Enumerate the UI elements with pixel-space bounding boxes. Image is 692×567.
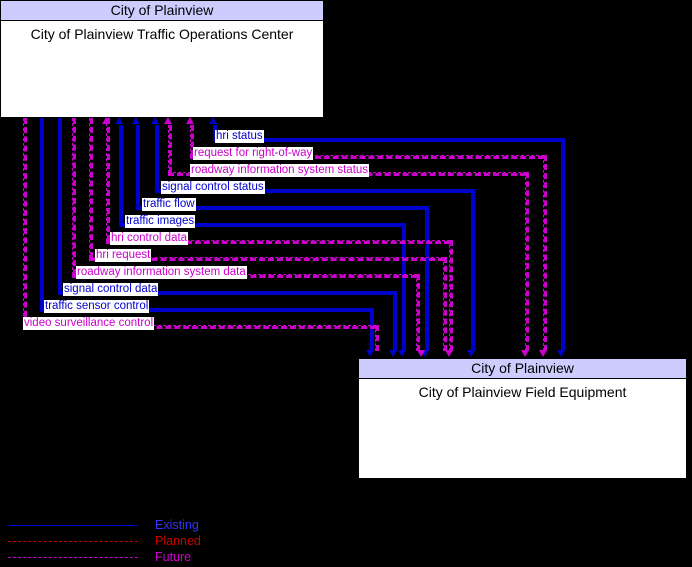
flow-line-video-surveillance-control-v-left — [23, 118, 27, 326]
flow-line-signal-control-status-v-left — [155, 125, 159, 190]
flow-arrow-roadway-info-status-end — [521, 350, 529, 357]
flow-line-traffic-flow-v-right — [425, 206, 429, 351]
flow-line-signal-control-data-v-left — [58, 118, 62, 292]
flow-line-hri-request-v-left — [89, 118, 93, 258]
flow-arrow-signal-control-data — [389, 350, 397, 357]
legend-label-future: Future — [155, 550, 192, 564]
flow-arrow-signal-control-status — [151, 117, 159, 124]
flow-arrow-traffic-images — [115, 117, 123, 124]
flow-label-hri-control-data[interactable]: hri control data — [110, 232, 189, 245]
flow-line-traffic-images-v-left — [119, 125, 123, 224]
flow-arrow-hri-control-data-src — [102, 117, 110, 124]
flow-label-signal-control-status[interactable]: signal control status — [161, 181, 265, 194]
flow-line-roadway-info-status-v-left — [168, 125, 172, 173]
flow-arrow-hri-status — [209, 117, 217, 124]
flow-line-traffic-sensor-control-v-right — [370, 308, 374, 351]
flow-line-hri-request-v-right — [443, 257, 447, 351]
flow-arrow-traffic-sensor-control — [366, 350, 374, 357]
flow-label-hri-status[interactable]: hri status — [215, 130, 264, 143]
flow-line-signal-control-data-v-right — [393, 291, 397, 351]
flow-line-traffic-flow-v-left — [136, 125, 140, 207]
entity-box-traffic-operations-center[interactable]: City of Plainview City of Plainview Traf… — [0, 0, 324, 118]
flow-arrow-traffic-flow — [132, 117, 140, 124]
flow-line-hri-control-data-v-right — [449, 240, 453, 351]
flow-label-traffic-flow[interactable]: traffic flow — [142, 198, 196, 211]
entity-name-field-equipment: City of Plainview Field Equipment — [418, 384, 627, 400]
flow-arrow-hri-control-data — [445, 350, 453, 357]
legend-swatch-planned-line — [8, 541, 138, 542]
flow-label-video-surveillance-control[interactable]: video surveillance control — [23, 317, 155, 330]
entity-header-stakeholder-bottom: City of Plainview — [359, 359, 686, 379]
flow-arrow-hri-request — [417, 350, 425, 357]
flow-arrow-request-right-of-way — [186, 117, 194, 124]
flow-line-hri-status-v-right — [561, 138, 565, 351]
architecture-flow-diagram: City of Plainview City of Plainview Traf… — [0, 0, 692, 567]
legend-label-planned: Planned — [155, 534, 201, 548]
flow-arrow-roadway-info-status — [164, 117, 172, 124]
flow-line-video-surveillance-control-v-right — [375, 325, 379, 351]
legend-row-future: Future — [0, 549, 260, 567]
flow-line-roadway-info-data-v-left — [72, 118, 76, 275]
legend: Existing Planned Future — [0, 505, 260, 567]
flow-label-hri-request[interactable]: hri request — [95, 249, 152, 262]
flow-label-request-right-of-way[interactable]: request for right-of-way — [193, 147, 314, 160]
flow-arrow-traffic-images-end — [398, 350, 406, 357]
flow-label-traffic-images[interactable]: traffic images — [125, 215, 196, 228]
flow-line-hri-status-h — [213, 138, 562, 142]
flow-label-signal-control-data[interactable]: signal control data — [63, 283, 159, 296]
flow-line-traffic-sensor-control-v-left — [40, 118, 44, 309]
flow-line-hri-control-data-v-left — [106, 118, 110, 241]
legend-label-existing: Existing — [155, 518, 199, 532]
entity-header-stakeholder-top: City of Plainview — [1, 1, 323, 21]
flow-arrow-signal-control-status-end — [467, 350, 475, 357]
entity-name-traffic-operations-center: City of Plainview Traffic Operations Cen… — [30, 26, 294, 42]
flow-line-roadway-info-status-v-right — [525, 172, 529, 351]
flow-line-signal-control-status-v-right — [471, 189, 475, 351]
legend-swatch-existing-line — [8, 525, 138, 526]
flow-arrow-request-right-of-way-end — [539, 350, 547, 357]
flow-label-roadway-info-data[interactable]: roadway information system data — [76, 266, 247, 279]
flow-line-request-right-of-way-v-right — [543, 155, 547, 351]
legend-swatch-future-line — [8, 557, 138, 558]
flow-arrow-hri-status-end — [557, 350, 565, 357]
flow-label-traffic-sensor-control[interactable]: traffic sensor control — [44, 300, 150, 313]
entity-box-field-equipment[interactable]: City of Plainview City of Plainview Fiel… — [358, 358, 687, 479]
flow-label-roadway-info-status[interactable]: roadway information system status — [190, 164, 370, 177]
flow-line-roadway-info-data-v-right — [416, 274, 420, 351]
